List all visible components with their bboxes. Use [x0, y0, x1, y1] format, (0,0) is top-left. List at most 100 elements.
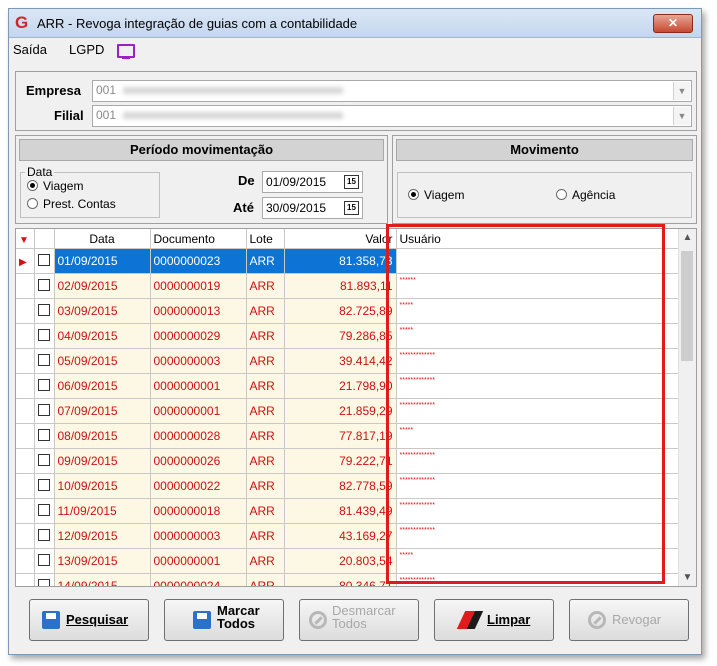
- cell-data: 08/09/2015: [54, 423, 151, 449]
- col-lote[interactable]: Lote: [246, 229, 285, 249]
- periodo-panel: Período movimentação Data Viagem Prest. …: [15, 135, 388, 224]
- row-marker: [16, 448, 35, 474]
- scroll-down-icon[interactable]: ▼: [679, 572, 696, 583]
- row-checkbox-cell[interactable]: [34, 398, 55, 424]
- title-bar[interactable]: G ARR - Revoga integração de guias com a…: [9, 9, 701, 38]
- scroll-up-icon[interactable]: ▲: [679, 232, 696, 243]
- sort-down-icon: ▼: [19, 234, 29, 246]
- cell-data: 01/09/2015: [54, 248, 151, 274]
- cell-data: 13/09/2015: [54, 548, 151, 574]
- row-checkbox[interactable]: [37, 553, 50, 566]
- cell-lote: ARR: [246, 373, 285, 399]
- row-checkbox[interactable]: [37, 453, 50, 466]
- radio-mov-viagem[interactable]: Viagem: [408, 188, 464, 202]
- radio-mov-agencia[interactable]: Agência: [556, 188, 615, 202]
- cell-lote: ARR: [246, 323, 285, 349]
- row-checkbox-cell[interactable]: [34, 423, 55, 449]
- cell-documento: 0000000013: [150, 298, 247, 324]
- row-checkbox[interactable]: [37, 253, 50, 266]
- de-date-input[interactable]: 01/09/2015 15: [262, 171, 363, 193]
- cell-documento: 0000000003: [150, 348, 247, 374]
- row-checkbox[interactable]: [37, 303, 50, 316]
- cell-valor: 79.286,85: [284, 323, 397, 349]
- close-button[interactable]: ✕: [653, 14, 693, 33]
- chevron-down-icon[interactable]: ▼: [673, 107, 690, 125]
- radio-dot: [556, 189, 567, 200]
- cell-lote: ARR: [246, 273, 285, 299]
- marcar-todos-button[interactable]: Marcar Todos: [164, 599, 284, 641]
- cell-lote: ARR: [246, 548, 285, 574]
- cell-lote: ARR: [246, 423, 285, 449]
- row-checkbox-cell[interactable]: [34, 448, 55, 474]
- row-checkbox[interactable]: [37, 428, 50, 441]
- row-checkbox-cell[interactable]: [34, 498, 55, 524]
- pesquisar-label: Pesquisar: [66, 612, 129, 627]
- row-checkbox-cell[interactable]: [34, 573, 55, 586]
- col-documento[interactable]: Documento: [150, 229, 247, 249]
- row-checkbox-cell[interactable]: [34, 273, 55, 299]
- row-checkbox[interactable]: [37, 328, 50, 341]
- vertical-scrollbar[interactable]: ▲ ▼: [678, 229, 696, 586]
- row-checkbox[interactable]: [37, 353, 50, 366]
- pesquisar-button[interactable]: Pesquisar: [29, 599, 149, 641]
- row-checkbox-cell[interactable]: [34, 348, 55, 374]
- row-checkbox-cell[interactable]: [34, 248, 55, 274]
- row-checkbox-cell[interactable]: [34, 473, 55, 499]
- revogar-button[interactable]: Revogar: [569, 599, 689, 641]
- ate-date-input[interactable]: 30/09/2015 15: [262, 197, 363, 219]
- cell-documento: 0000000001: [150, 398, 247, 424]
- limpar-button[interactable]: Limpar: [434, 599, 554, 641]
- chevron-down-icon[interactable]: ▼: [673, 82, 690, 100]
- cancel-icon: [588, 611, 606, 629]
- filial-label: Filial: [54, 108, 84, 123]
- radio-viagem[interactable]: Viagem: [27, 179, 83, 193]
- cell-valor: 79.222,71: [284, 448, 397, 474]
- col-valor[interactable]: Valor: [284, 229, 397, 249]
- empresa-select[interactable]: 001 ▼: [92, 80, 692, 102]
- row-checkbox[interactable]: [37, 503, 50, 516]
- filial-select[interactable]: 001 ▼: [92, 105, 692, 127]
- row-marker: ▶: [16, 248, 35, 274]
- col-data[interactable]: Data: [54, 229, 151, 249]
- cell-data: 09/09/2015: [54, 448, 151, 474]
- row-checkbox-cell[interactable]: [34, 523, 55, 549]
- eraser-icon: [456, 611, 484, 629]
- radio-dot: [408, 189, 419, 200]
- movimento-title: Movimento: [396, 139, 693, 161]
- row-checkbox[interactable]: [37, 578, 50, 586]
- row-checkbox[interactable]: [37, 528, 50, 541]
- menu-saida[interactable]: Saída: [13, 42, 47, 57]
- scroll-thumb[interactable]: [681, 251, 693, 361]
- sort-marker-header[interactable]: ▼: [16, 229, 35, 249]
- desmarcar-todos-button[interactable]: Desmarcar Todos: [299, 599, 419, 641]
- row-checkbox-cell[interactable]: [34, 323, 55, 349]
- radio-prest-contas[interactable]: Prest. Contas: [27, 197, 116, 211]
- cell-documento: 0000000029: [150, 323, 247, 349]
- cell-valor: 43.169,27: [284, 523, 397, 549]
- filial-value: 001: [96, 108, 117, 122]
- row-marker: [16, 573, 35, 586]
- cell-valor: 77.817,19: [284, 423, 397, 449]
- row-checkbox[interactable]: [37, 378, 50, 391]
- ate-date-value: 30/09/2015: [266, 201, 327, 215]
- cell-valor: 39.414,42: [284, 348, 397, 374]
- row-marker: [16, 348, 35, 374]
- row-checkbox[interactable]: [37, 478, 50, 491]
- radio-prest-label: Prest. Contas: [43, 197, 116, 211]
- menu-lgpd[interactable]: LGPD: [69, 42, 104, 57]
- cell-documento: 0000000019: [150, 273, 247, 299]
- row-checkbox[interactable]: [37, 403, 50, 416]
- save-icon: [193, 611, 211, 629]
- row-checkbox-cell[interactable]: [34, 548, 55, 574]
- cell-lote: ARR: [246, 298, 285, 324]
- calendar-icon[interactable]: 15: [344, 201, 359, 215]
- cell-valor: 21.859,29: [284, 398, 397, 424]
- radio-mov-agencia-label: Agência: [572, 188, 616, 202]
- row-checkbox-cell[interactable]: [34, 298, 55, 324]
- cell-documento: 0000000003: [150, 523, 247, 549]
- row-checkbox[interactable]: [37, 278, 50, 291]
- monitor-icon[interactable]: [117, 44, 135, 59]
- cell-lote: ARR: [246, 398, 285, 424]
- row-checkbox-cell[interactable]: [34, 373, 55, 399]
- calendar-icon[interactable]: 15: [344, 175, 359, 189]
